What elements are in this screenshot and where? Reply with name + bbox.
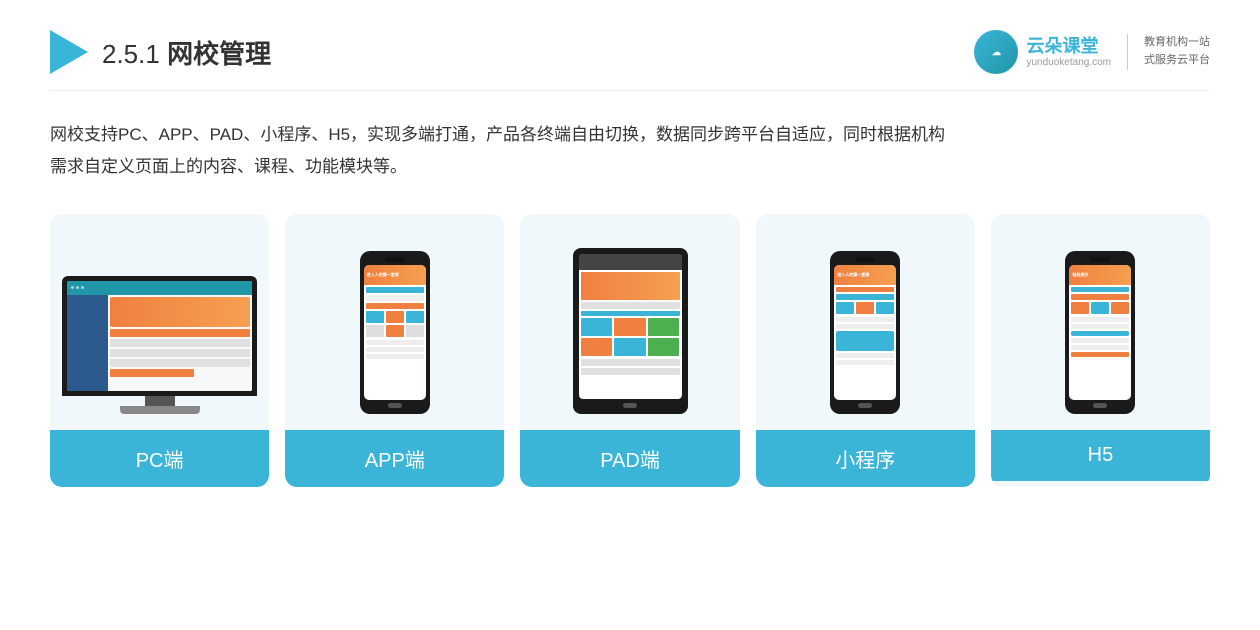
header-left: 2.5.1 网校管理: [50, 30, 271, 74]
brand-slogan: 教育机构一站 式服务云平台: [1144, 34, 1210, 69]
device-phone-mini: 进入人的第一堂课: [830, 251, 900, 414]
brand-name: 云朵课堂: [1026, 36, 1098, 58]
brand-slogan-line1: 教育机构一站: [1144, 34, 1210, 52]
card-mini: 进入人的第一堂课: [756, 214, 975, 487]
card-pad-image: [520, 214, 739, 414]
device-pc: [62, 276, 257, 414]
card-pc-label: PC端: [50, 430, 269, 487]
card-mini-image: 进入人的第一堂课: [756, 214, 975, 414]
device-phone-h5: 轻松美好: [1065, 251, 1135, 414]
brand-text: 云朵课堂 yunduoketang.com: [1026, 36, 1111, 69]
card-pad: PAD端: [520, 214, 739, 487]
card-app-image: 进入人的第一堂课: [285, 214, 504, 414]
title-prefix: 2.5.1: [102, 39, 167, 69]
brand-cloud-icon: ☁: [974, 30, 1018, 74]
page-title: 2.5.1 网校管理: [102, 34, 271, 71]
page-container: 2.5.1 网校管理 ☁ 云朵课堂 yunduoketang.com 教育机构一…: [0, 0, 1260, 630]
card-h5: 轻松美好: [991, 214, 1210, 487]
description-block: 网校支持PC、APP、PAD、小程序、H5，实现多端打通，产品各终端自由切换，数…: [50, 119, 1210, 184]
header-right: ☁ 云朵课堂 yunduoketang.com 教育机构一站 式服务云平台: [974, 30, 1210, 74]
brand-slogan-line2: 式服务云平台: [1144, 52, 1210, 70]
card-h5-image: 轻松美好: [991, 214, 1210, 414]
logo-triangle-icon: [50, 30, 88, 74]
card-app: 进入人的第一堂课: [285, 214, 504, 487]
brand-logo: ☁ 云朵课堂 yunduoketang.com 教育机构一站 式服务云平台: [974, 30, 1210, 74]
description-line2: 需求自定义页面上的内容、课程、功能模块等。: [50, 151, 1210, 183]
brand-url: yunduoketang.com: [1026, 57, 1111, 68]
cards-row: PC端 进入人的第一堂课: [50, 214, 1210, 487]
card-pc-image: [50, 214, 269, 414]
card-h5-label: H5: [991, 430, 1210, 481]
title-bold: 网校管理: [167, 39, 271, 69]
brand-divider: [1127, 34, 1128, 70]
pc-screen: [67, 281, 252, 391]
device-phone-app: 进入人的第一堂课: [360, 251, 430, 414]
card-app-label: APP端: [285, 430, 504, 487]
card-mini-label: 小程序: [756, 430, 975, 487]
pc-monitor: [62, 276, 257, 396]
card-pad-label: PAD端: [520, 430, 739, 487]
card-pc: PC端: [50, 214, 269, 487]
device-tablet: [573, 248, 688, 414]
header: 2.5.1 网校管理 ☁ 云朵课堂 yunduoketang.com 教育机构一…: [50, 30, 1210, 91]
description-line1: 网校支持PC、APP、PAD、小程序、H5，实现多端打通，产品各终端自由切换，数…: [50, 119, 1210, 151]
